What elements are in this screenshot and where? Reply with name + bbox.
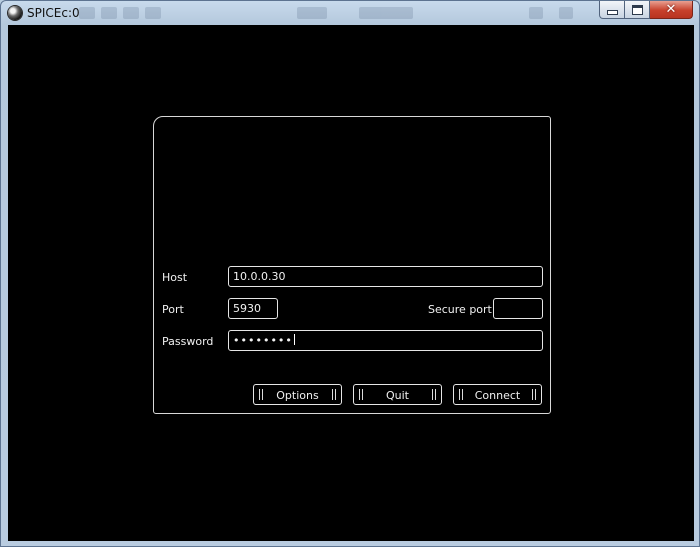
minimize-button[interactable] (599, 1, 625, 19)
connect-button-label: Connect (474, 389, 521, 402)
quit-button-label: Quit (386, 389, 409, 402)
client-area: Host 10.0.0.30 Port 5930 Secure port Pas… (8, 25, 694, 541)
secure-port-label: Secure port (428, 303, 492, 316)
button-edge-right (535, 389, 536, 400)
password-input[interactable]: •••••••• (228, 330, 543, 351)
host-input[interactable]: 10.0.0.30 (228, 266, 543, 287)
maximize-button[interactable] (625, 1, 650, 19)
port-input[interactable]: 5930 (228, 298, 278, 319)
maximize-icon (631, 4, 643, 15)
app-icon[interactable] (8, 6, 22, 20)
button-edge-right (335, 389, 336, 400)
options-button[interactable]: Options (253, 384, 342, 405)
host-input-value: 10.0.0.30 (233, 270, 286, 283)
minimize-icon (606, 10, 618, 15)
close-button[interactable]: ✕ (650, 1, 693, 19)
password-input-value: •••••••• (233, 334, 293, 347)
button-edge-right (332, 389, 333, 400)
quit-button[interactable]: Quit (353, 384, 442, 405)
options-button-label: Options (276, 389, 319, 402)
spice-client-window: SPICEc:0 ✕ Host 10.0.0.30 Port 5930 Secu… (0, 0, 700, 547)
button-edge-right (532, 389, 533, 400)
host-label: Host (162, 271, 188, 284)
connect-dialog: Host 10.0.0.30 Port 5930 Secure port Pas… (153, 116, 551, 414)
window-title: SPICEc:0 (27, 6, 80, 20)
secure-port-input[interactable] (493, 298, 543, 319)
window-controls: ✕ (599, 1, 693, 19)
port-input-value: 5930 (233, 302, 261, 315)
button-edge-right (432, 389, 433, 400)
close-icon: ✕ (665, 2, 677, 17)
text-caret (293, 334, 295, 345)
background-window-glass (79, 5, 599, 21)
connect-button[interactable]: Connect (453, 384, 542, 405)
title-bar[interactable]: SPICEc:0 ✕ (1, 1, 699, 25)
button-edge-right (435, 389, 436, 400)
password-label: Password (162, 335, 214, 348)
port-label: Port (162, 303, 184, 316)
